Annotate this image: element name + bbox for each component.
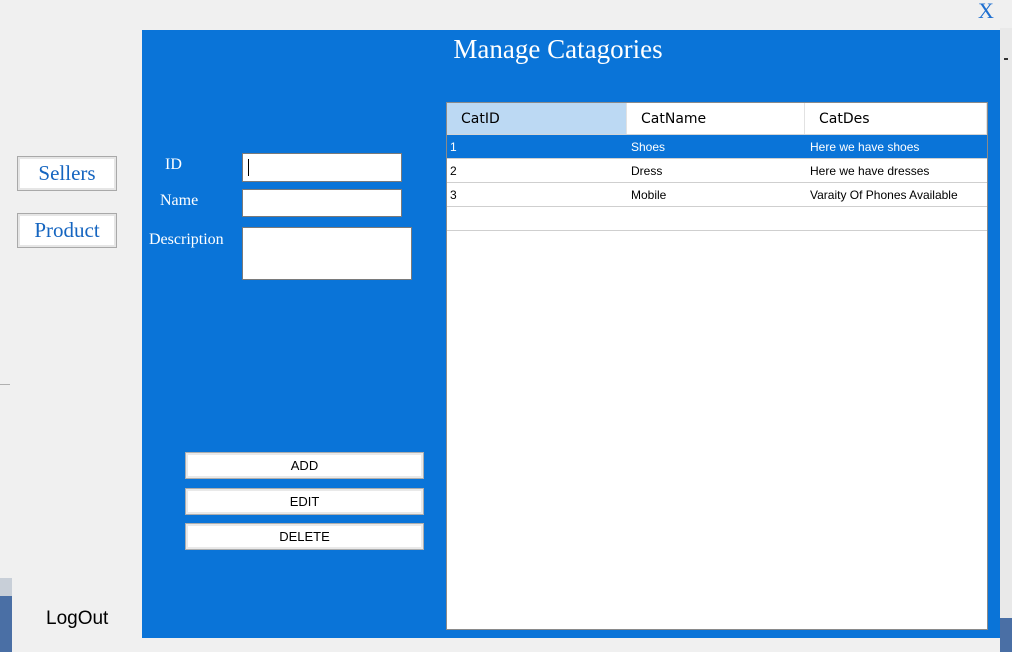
table-row[interactable]: 2 Dress Here we have dresses: [447, 159, 987, 183]
grid-header: CatID CatName CatDes: [447, 103, 987, 135]
delete-button[interactable]: DELETE: [185, 523, 424, 550]
table-row[interactable]: 3 Mobile Varaity Of Phones Available: [447, 183, 987, 207]
description-field[interactable]: [242, 227, 412, 280]
cell-catdes: Varaity Of Phones Available: [810, 187, 958, 202]
name-label: Name: [160, 192, 199, 209]
cell-catname: Dress: [631, 163, 663, 178]
page-title-text: Manage Catagories: [453, 34, 663, 64]
background-window-edge-right: [1000, 28, 1012, 618]
column-header-catdes[interactable]: CatDes: [805, 103, 987, 134]
close-button[interactable]: X: [978, 0, 994, 24]
edit-button[interactable]: EDIT: [185, 488, 424, 515]
categories-grid[interactable]: CatID CatName CatDes 1 Shoes Here we hav…: [446, 102, 988, 630]
cell-catid: 1: [450, 139, 457, 154]
manage-categories-panel: Manage Catagories ID Name Description AD…: [142, 30, 1000, 638]
product-button[interactable]: Product: [17, 213, 117, 248]
id-field[interactable]: [242, 153, 402, 182]
page-title: Manage Catagories: [142, 34, 1000, 65]
add-button[interactable]: ADD: [185, 452, 424, 479]
column-header-catid[interactable]: CatID: [447, 103, 627, 134]
description-label: Description: [149, 231, 224, 248]
column-header-catname[interactable]: CatName: [627, 103, 805, 134]
new-row-placeholder[interactable]: [447, 207, 987, 231]
cell-catdes: Here we have dresses: [810, 163, 930, 178]
cell-catid: 3: [450, 187, 457, 202]
text-caret: [248, 159, 249, 176]
cell-catname: Mobile: [631, 187, 667, 202]
cell-catdes: Here we have shoes: [810, 139, 920, 154]
sellers-button[interactable]: Sellers: [17, 156, 117, 191]
cell-catid: 2: [450, 163, 457, 178]
logout-link[interactable]: LogOut: [46, 608, 108, 630]
background-window-edge: [0, 384, 10, 385]
id-label: ID: [165, 156, 182, 173]
background-taskbar-left: [0, 578, 12, 652]
cell-catname: Shoes: [631, 139, 666, 154]
table-row[interactable]: 1 Shoes Here we have shoes: [447, 135, 987, 159]
name-field[interactable]: [242, 189, 402, 217]
